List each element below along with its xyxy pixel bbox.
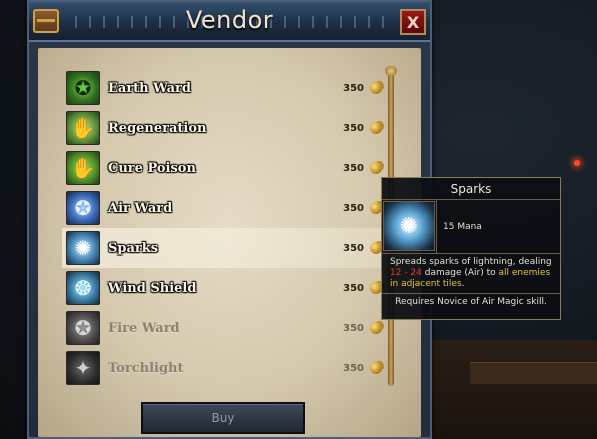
gold-coin-icon — [370, 82, 382, 94]
tooltip-description: Spreads sparks of lightning, dealing 12 … — [382, 254, 560, 294]
item-price: 350 — [343, 202, 364, 214]
list-item[interactable]: ✪ Air Ward 350 — [62, 188, 384, 228]
item-name: Torchlight — [108, 360, 184, 376]
title-bar: Vendor X — [29, 2, 430, 42]
air-pentagram-icon: ✪ — [66, 191, 100, 225]
vendor-window: Vendor X ✪ Earth Ward 350 ✋ Regeneration 350 ✋… — [27, 0, 432, 439]
item-name: Earth Ward — [108, 80, 191, 96]
item-tooltip: Sparks ✺ 15 Mana Spreads sparks of light… — [381, 177, 561, 320]
item-price: 350 — [343, 122, 364, 134]
item-name: Regeneration — [108, 120, 207, 136]
tooltip-desc-text: . — [461, 279, 465, 289]
gold-coin-icon — [370, 162, 382, 174]
list-item[interactable]: ✪ Fire Ward 350 — [62, 308, 384, 348]
cure-hand-icon: ✋ — [66, 151, 100, 185]
item-price: 350 — [343, 162, 364, 174]
item-list: ✪ Earth Ward 350 ✋ Regeneration 350 ✋ Cure Pois… — [62, 68, 384, 388]
item-price: 350 — [343, 322, 364, 334]
torchlight-icon: ✦ — [66, 351, 100, 385]
window-title: Vendor — [185, 6, 274, 34]
tooltip-desc-text: damage (Air) to — [421, 268, 499, 278]
tooltip-damage-range: 12 - 24 — [390, 268, 422, 278]
list-item[interactable]: ✦ Torchlight 350 — [62, 348, 384, 388]
background-step — [470, 362, 597, 384]
item-price: 350 — [343, 282, 364, 294]
parchment-panel: ✪ Earth Ward 350 ✋ Regeneration 350 ✋ Cure Pois… — [38, 48, 421, 437]
buy-button[interactable]: Buy — [141, 402, 305, 434]
gold-coin-icon — [370, 362, 382, 374]
tooltip-title: Sparks — [382, 178, 560, 200]
pentagram-icon: ✪ — [66, 71, 100, 105]
fire-ward-icon: ✪ — [66, 311, 100, 345]
list-item[interactable]: ✺ Sparks 350 — [62, 228, 384, 268]
gold-coin-icon — [370, 322, 382, 334]
list-item[interactable]: ✪ Earth Ward 350 — [62, 68, 384, 108]
scrollbar-thumb[interactable] — [385, 66, 397, 76]
wind-shield-icon: ❂ — [66, 271, 100, 305]
background-floor — [430, 340, 597, 439]
list-item[interactable]: ✋ Cure Poison 350 — [62, 148, 384, 188]
list-item[interactable]: ✋ Regeneration 350 — [62, 108, 384, 148]
item-name: Air Ward — [108, 200, 173, 216]
item-name: Sparks — [108, 240, 159, 256]
close-button[interactable]: X — [400, 9, 426, 35]
item-name: Cure Poison — [108, 160, 196, 176]
sparks-icon: ✺ — [383, 201, 435, 251]
list-item[interactable]: ❂ Wind Shield 350 — [62, 268, 384, 308]
item-name: Wind Shield — [108, 280, 197, 296]
tooltip-mana-cost: 15 Mana — [436, 200, 560, 253]
gold-coin-icon — [370, 122, 382, 134]
item-name: Fire Ward — [108, 320, 180, 336]
background-light — [574, 160, 580, 166]
tooltip-requirement: Requires Novice of Air Magic skill. — [395, 297, 547, 307]
item-price: 350 — [343, 242, 364, 254]
item-price: 350 — [343, 82, 364, 94]
item-price: 350 — [343, 362, 364, 374]
healing-hand-icon: ✋ — [66, 111, 100, 145]
tooltip-desc-text: Spreads sparks of lightning, dealing — [390, 257, 552, 267]
tooltip-header: ✺ 15 Mana — [382, 200, 560, 254]
sparks-icon: ✺ — [66, 231, 100, 265]
